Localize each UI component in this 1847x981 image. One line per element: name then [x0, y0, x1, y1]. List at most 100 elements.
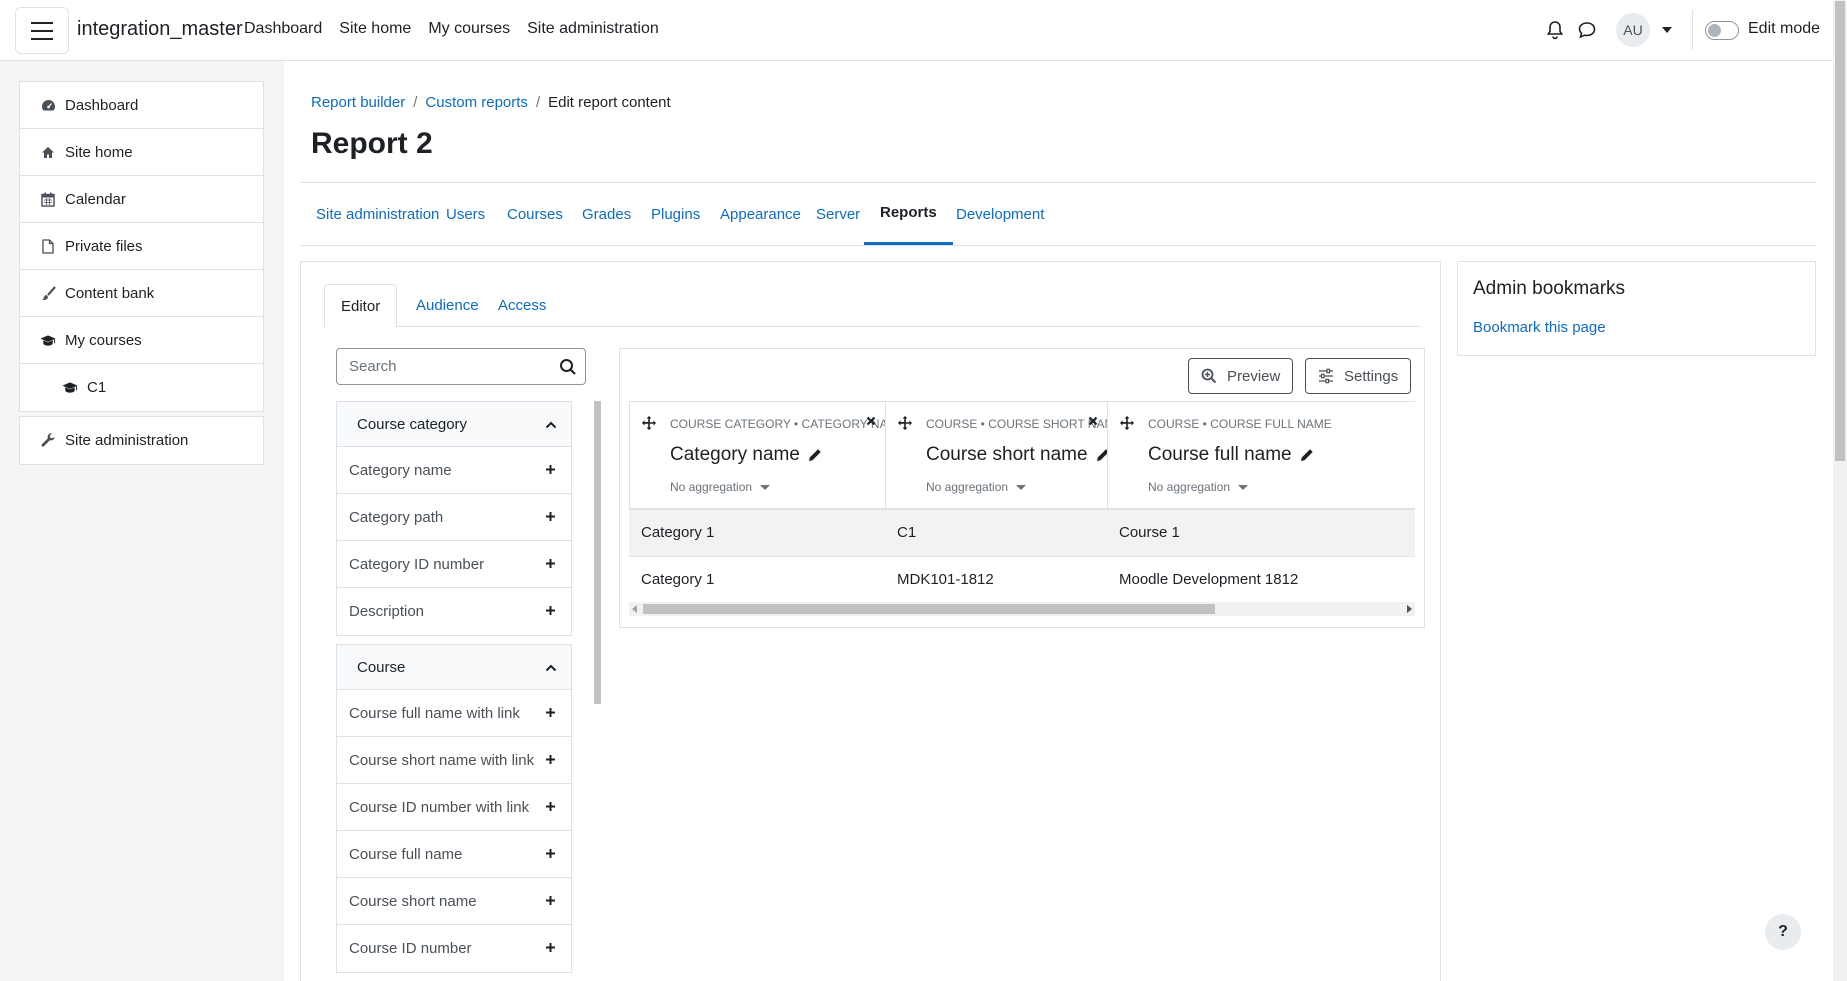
chevron-up-icon [545, 664, 557, 672]
nav-site-home[interactable]: Site home [339, 20, 411, 38]
admin-bookmarks-title: Admin bookmarks [1473, 278, 1626, 299]
user-avatar[interactable]: AU [1616, 13, 1650, 47]
column-title-text: Course short name [926, 444, 1088, 465]
menu-toggle-button[interactable] [15, 7, 69, 54]
page-scrollbar-thumb[interactable] [1835, 1, 1845, 461]
drawer-item-content-bank[interactable]: Content bank [20, 270, 263, 317]
plus-icon [546, 606, 555, 615]
field-item[interactable]: Category path [337, 494, 571, 541]
field-item[interactable]: Course short name [337, 878, 571, 925]
field-item-label: Course ID number [349, 940, 472, 957]
field-group-title: Course category [357, 415, 468, 433]
field-item-label: Category ID number [349, 555, 485, 573]
move-arrows-icon[interactable] [642, 416, 656, 430]
close-icon[interactable] [1088, 416, 1098, 426]
user-menu-caret-icon[interactable] [1662, 27, 1672, 33]
field-item[interactable]: Category ID number [337, 541, 571, 588]
field-group-header[interactable]: Course category [337, 402, 571, 447]
field-item[interactable]: Category name [337, 447, 571, 494]
nav-site-administration[interactable]: Site administration [527, 20, 659, 38]
settings-button[interactable]: Settings [1305, 358, 1412, 394]
column-title[interactable]: Category name [670, 444, 822, 466]
site-name[interactable]: integration_master [77, 18, 243, 41]
breadcrumb-current: Edit report content [548, 94, 671, 111]
drawer-item-my-courses[interactable]: My courses [20, 317, 263, 364]
field-item-label: Course ID number with link [349, 798, 530, 816]
graduation-cap-icon [40, 332, 56, 348]
move-arrows-icon[interactable] [1120, 416, 1134, 430]
caret-down-icon [1238, 484, 1249, 490]
home-icon [40, 144, 56, 160]
tab-audience[interactable]: Audience [400, 284, 495, 327]
tab-development[interactable]: Development [940, 183, 1060, 245]
column-source-label: Course • Course full name [1148, 417, 1332, 431]
calendar-icon [40, 191, 56, 207]
edit-mode-toggle[interactable] [1705, 21, 1739, 40]
drawer-item-dashboard[interactable]: Dashboard [20, 82, 263, 129]
breadcrumb-report-builder[interactable]: Report builder [311, 94, 405, 111]
scroll-left-arrow-icon[interactable] [632, 605, 637, 613]
notifications-bell-icon[interactable] [1546, 20, 1564, 40]
tab-access[interactable]: Access [482, 284, 562, 327]
column-header-category-name: Course category • Category name Category… [629, 401, 906, 509]
field-group-header[interactable]: Course [337, 645, 571, 690]
search-icon[interactable] [559, 358, 577, 376]
field-item-label: Course full name [349, 845, 463, 863]
drawer-item-site-administration[interactable]: Site administration [20, 417, 263, 464]
field-item[interactable]: Description [337, 588, 571, 635]
table-row: Category 1 C1 Course 1 [629, 509, 1415, 556]
pencil-icon[interactable] [1300, 448, 1314, 462]
settings-button-label: Settings [1344, 367, 1399, 385]
table-horizontal-scrollbar[interactable] [629, 602, 1415, 616]
messages-chat-icon[interactable] [1577, 21, 1597, 39]
help-button[interactable]: ? [1765, 914, 1801, 950]
column-title-text: Category name [670, 444, 800, 465]
close-icon[interactable] [866, 416, 876, 426]
drawer-item-course-c1[interactable]: C1 [20, 364, 263, 411]
drawer-item-label: Site administration [65, 432, 189, 449]
field-item[interactable]: Course ID number with link [337, 784, 571, 831]
plus-icon [546, 802, 555, 811]
plus-icon [546, 943, 555, 952]
field-list-scrollbar[interactable] [594, 401, 601, 704]
drawer-item-site-home[interactable]: Site home [20, 129, 263, 176]
aggregation-value: No aggregation [926, 480, 1009, 494]
drawer-item-label: C1 [87, 379, 107, 396]
field-item[interactable]: Course short name with link [337, 737, 571, 784]
aggregation-dropdown[interactable]: No aggregation [926, 480, 1027, 494]
report-table: Course category • Category name Category… [629, 401, 1415, 601]
drawer-item-calendar[interactable]: Calendar [20, 176, 263, 223]
column-title-text: Course full name [1148, 444, 1292, 465]
aggregation-dropdown[interactable]: No aggregation [1148, 480, 1249, 494]
bookmark-this-page-link[interactable]: Bookmark this page [1473, 319, 1606, 336]
field-item[interactable]: Course full name with link [337, 690, 571, 737]
edit-mode-label: Edit mode [1748, 20, 1821, 37]
field-group-course: Course Course full name with link Course… [336, 644, 572, 973]
page-scrollbar[interactable] [1833, 0, 1847, 981]
nav-dashboard[interactable]: Dashboard [244, 20, 322, 38]
pencil-icon[interactable] [808, 448, 822, 462]
aggregation-dropdown[interactable]: No aggregation [670, 480, 771, 494]
drawer-item-label: Calendar [65, 190, 126, 208]
file-icon [40, 238, 56, 254]
drawer-item-label: My courses [65, 331, 142, 349]
scroll-right-arrow-icon[interactable] [1407, 605, 1412, 613]
column-title[interactable]: Course full name [1148, 444, 1314, 466]
editor-tabs: Editor Audience Access [324, 284, 1421, 328]
field-item[interactable]: Course full name [337, 831, 571, 878]
breadcrumb-custom-reports[interactable]: Custom reports [425, 94, 528, 111]
search-input[interactable] [337, 349, 552, 384]
nav-my-courses[interactable]: My courses [428, 20, 510, 38]
preview-button[interactable]: Preview [1188, 358, 1294, 394]
column-title[interactable]: Course short name [926, 444, 1110, 466]
table-cell: C1 [897, 524, 917, 541]
navbar-divider [1692, 10, 1693, 50]
drawer-item-private-files[interactable]: Private files [20, 223, 263, 270]
tab-editor[interactable]: Editor [324, 284, 398, 328]
field-item[interactable]: Course ID number [337, 925, 571, 972]
dashboard-icon [40, 97, 56, 113]
move-arrows-icon[interactable] [898, 416, 912, 430]
top-navbar: integration_master Dashboard Site home M… [0, 0, 1833, 61]
scrollbar-thumb[interactable] [643, 604, 1215, 614]
wrench-icon [40, 433, 56, 449]
